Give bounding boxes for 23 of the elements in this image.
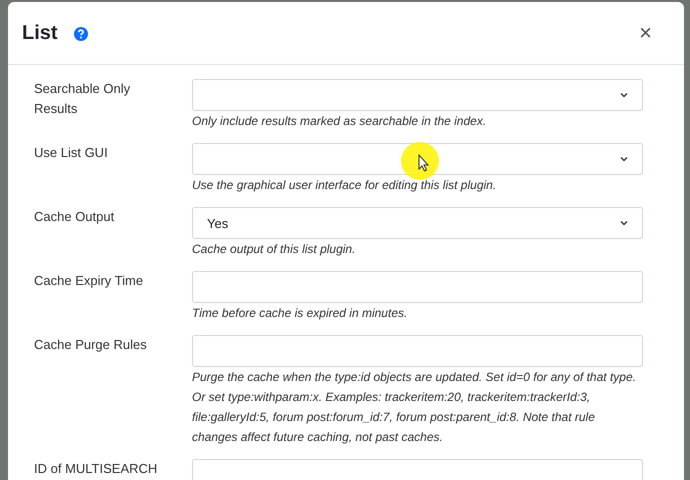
select-field[interactable] xyxy=(192,79,643,111)
field-label: Searchable Only Results xyxy=(34,80,132,118)
field-label: Use List GUI xyxy=(34,144,109,162)
field-label: Cache Expiry Time xyxy=(34,272,144,290)
field-label: Cache Output xyxy=(34,208,116,226)
help-text: Purge the cache when the type:id objects are updated. Set id=0 for any of that type. Or set type:withparam:x. Examples: trackeritem:20, trackeritem:trackerId:3, file:galleryId:5, forum post:forum_id:7, forum post:parent_id:8. Note that rule changes affect future caching, not past caches. xyxy=(192,369,637,446)
help-text: Only include results marked as searchable in the index. xyxy=(192,113,488,130)
help-text: Time before cache is expired in minutes. xyxy=(192,305,408,322)
field-label: Cache Purge Rules xyxy=(34,336,148,354)
input-field[interactable] xyxy=(192,335,643,367)
chevron-icon xyxy=(620,220,628,226)
close-button[interactable]: × xyxy=(635,20,656,46)
input-field[interactable] xyxy=(192,271,643,303)
select-field[interactable]: Yes xyxy=(192,207,643,239)
cursor-highlight-icon xyxy=(400,141,440,181)
help-text: Use the graphical user interface for editing this list plugin. xyxy=(192,177,498,194)
help-text: Cache output of this list plugin. xyxy=(192,241,356,258)
help-icon[interactable] xyxy=(74,27,88,41)
field-label: ID of MULTISEARCH xyxy=(34,460,158,478)
chevron-icon xyxy=(620,92,628,98)
chevron-icon xyxy=(620,156,628,162)
dialog-title: List xyxy=(22,22,58,44)
select-field[interactable] xyxy=(192,143,643,175)
